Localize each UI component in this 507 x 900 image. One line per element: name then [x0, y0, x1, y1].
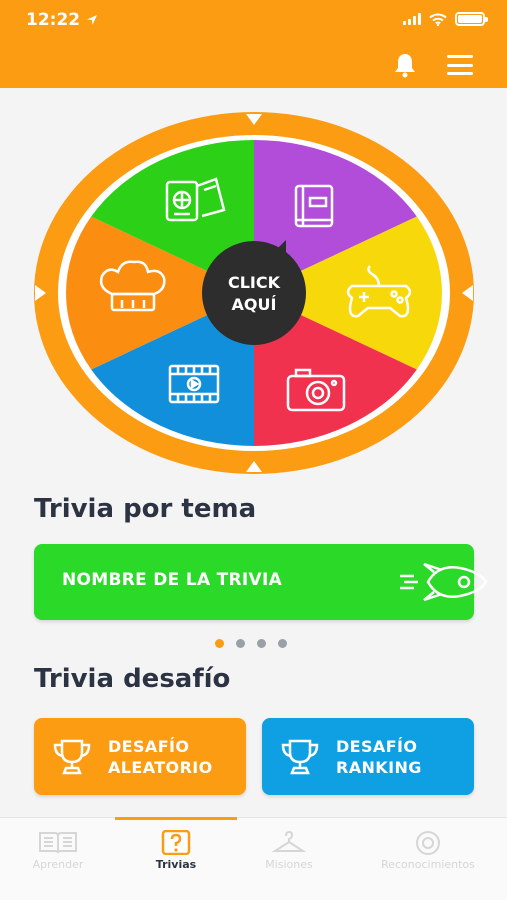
menu-icon[interactable] [447, 55, 473, 75]
status-icons [403, 12, 488, 26]
battery-icon [455, 12, 488, 26]
trophy-icon [53, 739, 91, 775]
ranking-challenge-button[interactable]: DESAFÍO RANKING [262, 718, 474, 795]
pager-dot[interactable] [278, 639, 287, 648]
hanger-icon [272, 830, 306, 852]
medal-icon [416, 831, 440, 855]
tab-reconocimientos[interactable]: Reconocimientos [368, 818, 488, 900]
topic-section-title: Trivia por tema [34, 494, 257, 524]
pager-dots [215, 639, 287, 648]
bottom-tab-bar: Aprender Trivias Misiones Reconocimiento… [0, 817, 507, 900]
random-challenge-button[interactable]: DESAFÍO ALEATORIO [34, 718, 246, 795]
trivia-card-label: NOMBRE DE LA TRIVIA [62, 570, 283, 590]
wifi-icon [429, 13, 447, 26]
tab-label: Trivias [155, 858, 197, 871]
ranking-challenge-label: DESAFÍO RANKING [336, 737, 422, 777]
book-open-icon [39, 832, 77, 854]
signal-icon [403, 13, 421, 25]
status-time: 12:22 [26, 10, 81, 30]
tab-label: Aprender [32, 858, 84, 871]
spin-label-line2: AQUÍ [232, 295, 277, 314]
pager-dot[interactable] [236, 639, 245, 648]
tab-label: Reconocimientos [381, 858, 475, 871]
tab-trivias[interactable]: Trivias [115, 817, 237, 900]
trivia-card[interactable]: NOMBRE DE LA TRIVIA [34, 544, 488, 620]
challenge-section-title: Trivia desafío [34, 664, 231, 694]
app-header: 12:22 [0, 0, 507, 88]
trophy-icon [281, 739, 319, 775]
bell-icon[interactable] [393, 52, 417, 78]
tab-aprender[interactable]: Aprender [18, 818, 98, 900]
location-arrow-icon [87, 15, 97, 25]
trivia-wheel[interactable]: CLICK AQUÍ [34, 112, 474, 474]
question-icon [161, 830, 191, 855]
spin-label-line1: CLICK [228, 273, 281, 292]
rocket-icon [400, 562, 488, 602]
pager-dot[interactable] [257, 639, 266, 648]
pager-dot[interactable] [215, 639, 224, 648]
random-challenge-label: DESAFÍO ALEATORIO [108, 737, 213, 777]
tab-label: Misiones [265, 858, 313, 871]
tab-misiones[interactable]: Misiones [249, 818, 329, 900]
